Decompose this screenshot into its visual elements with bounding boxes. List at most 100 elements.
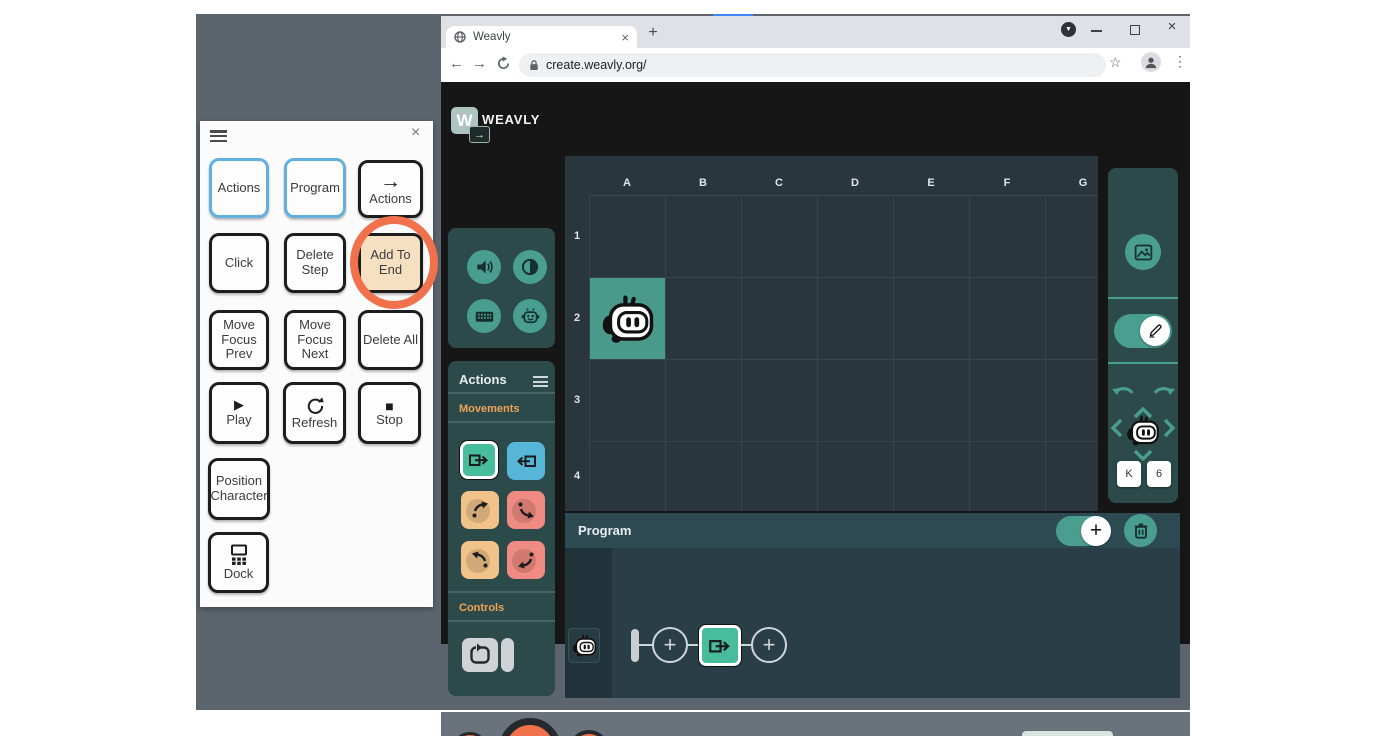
switch-play-button[interactable]: ▶ Play [209, 382, 269, 444]
robot-character [601, 294, 655, 344]
dock-icon [227, 543, 251, 567]
chevron-down-icon [1133, 449, 1153, 461]
switch-delete-step-button[interactable]: Delete Step [284, 233, 346, 293]
scene-row-label: 1 [567, 230, 587, 242]
move-right-button[interactable] [1163, 418, 1175, 443]
keyboard-shortcuts-button[interactable] [467, 299, 501, 333]
delete-program-button[interactable] [1124, 514, 1157, 547]
reset-scene-button[interactable] [452, 732, 488, 736]
reload-button[interactable] [496, 56, 511, 76]
robot-character-icon [572, 634, 597, 657]
trash-icon [1131, 521, 1151, 541]
movements-section-label: Movements [459, 403, 520, 415]
actions-panel-menu-icon[interactable] [533, 374, 548, 389]
switch-click-button[interactable]: Click [209, 233, 269, 293]
switch-refresh-button[interactable]: Refresh [283, 382, 346, 444]
pencil-icon [1146, 322, 1164, 340]
turn-left-45-block[interactable] [461, 541, 499, 579]
stop-button[interactable] [569, 730, 609, 736]
maximize-button[interactable] [1130, 25, 1140, 35]
scene-column-label: B [665, 177, 741, 189]
turn-right-90-block[interactable] [507, 491, 545, 529]
add-node-toggle[interactable]: + [1056, 516, 1110, 546]
play-icon: ▶ [234, 398, 244, 413]
robot-character-icon [1126, 415, 1160, 446]
program-step-forward-block[interactable] [699, 625, 741, 666]
switch-position-character-button[interactable]: Position Character [208, 458, 270, 520]
weavly-logo-text: WEAVLY [482, 112, 540, 127]
forward-button[interactable]: → [472, 55, 487, 72]
screenshot-root: Weavly × + ▼ × ← → create.weavly.org/ ☆ … [0, 0, 1396, 736]
actions-panel: Actions Movements Controls [448, 361, 555, 696]
move-forward-icon [707, 633, 733, 659]
share-button[interactable]: Share [1022, 731, 1113, 736]
turn-left-90-block[interactable] [507, 541, 545, 579]
play-button[interactable] [499, 718, 561, 736]
new-tab-button[interactable]: + [644, 24, 662, 42]
undo-button[interactable] [1112, 380, 1136, 401]
character-preview [1126, 415, 1160, 451]
controls-section-label: Controls [459, 602, 504, 614]
character-cell[interactable] [590, 278, 666, 360]
close-window-button[interactable]: × [1164, 18, 1180, 34]
browser-menu-icon[interactable]: ⋮ [1173, 53, 1187, 70]
browser-tab[interactable]: Weavly × [446, 26, 637, 48]
switch-delete-all-button[interactable]: Delete All [358, 310, 423, 370]
url-text: create.weavly.org/ [546, 58, 647, 72]
theme-contrast-button[interactable] [513, 250, 547, 284]
panel-close-icon[interactable]: × [411, 124, 420, 142]
keyboard-icon [474, 306, 495, 327]
scene-background-button[interactable] [1125, 234, 1161, 270]
switch-dock-button[interactable]: Dock [208, 532, 269, 593]
switch-stop-button[interactable]: ■ Stop [358, 382, 421, 444]
move-left-button[interactable] [1111, 418, 1123, 443]
tab-title: Weavly [473, 31, 614, 43]
switch-move-focus-next-button[interactable]: Move Focus Next [284, 310, 346, 370]
weavly-logo-arrow-icon: → [469, 126, 490, 143]
position-row-input[interactable]: 6 [1147, 461, 1171, 487]
move-forward-block[interactable] [460, 441, 498, 479]
switch-move-focus-prev-button[interactable]: Move Focus Prev [209, 310, 269, 370]
add-step-button[interactable]: + [751, 627, 787, 663]
program-panel-header: Program + [565, 513, 1180, 548]
program-sequence-area: + + [565, 548, 1180, 698]
character-select-button[interactable] [513, 299, 547, 333]
move-backward-block[interactable] [507, 442, 545, 480]
program-character-button[interactable] [568, 628, 600, 663]
profile-avatar[interactable] [1141, 52, 1161, 72]
playback-bar: Share [441, 712, 1190, 736]
pen-mode-toggle[interactable] [1114, 314, 1172, 348]
arrow-right-icon: → [380, 171, 401, 192]
browser-toolbar: ← → create.weavly.org/ ☆ ⋮ [441, 48, 1190, 82]
scene-row-label: 4 [567, 470, 587, 482]
scene-column-label: C [741, 177, 817, 189]
position-column-input[interactable]: K [1117, 461, 1141, 487]
add-step-button[interactable]: + [652, 627, 688, 663]
loop-block[interactable] [462, 638, 498, 672]
robot-face-icon [520, 306, 541, 327]
turn-right-45-block[interactable] [461, 491, 499, 529]
speaker-icon [474, 257, 494, 277]
scene-grid [589, 195, 1098, 511]
switch-actions-arrow-button[interactable]: → Actions [358, 160, 423, 218]
stop-icon: ■ [385, 399, 393, 413]
switch-actions-button[interactable]: Actions [209, 158, 269, 218]
redo-icon [1151, 380, 1175, 396]
loop-end-block[interactable] [501, 638, 514, 672]
scene-column-label: E [893, 177, 969, 189]
back-button[interactable]: ← [449, 55, 464, 72]
contrast-icon [520, 257, 540, 277]
audio-feedback-button[interactable] [467, 250, 501, 284]
switch-program-button[interactable]: Program [284, 158, 346, 218]
scene-column-label: D [817, 177, 893, 189]
app-settings-panel [448, 228, 555, 348]
panel-menu-icon[interactable] [210, 128, 227, 144]
bookmark-star-icon[interactable]: ☆ [1109, 54, 1122, 71]
chrome-update-icon[interactable]: ▼ [1061, 22, 1076, 37]
close-tab-icon[interactable]: × [621, 31, 629, 44]
program-start-marker [631, 629, 639, 662]
scene-sidebar: K 6 [1108, 168, 1178, 503]
redo-button[interactable] [1151, 380, 1175, 401]
address-bar[interactable]: create.weavly.org/ [519, 53, 1106, 77]
minimize-button[interactable] [1091, 30, 1102, 32]
